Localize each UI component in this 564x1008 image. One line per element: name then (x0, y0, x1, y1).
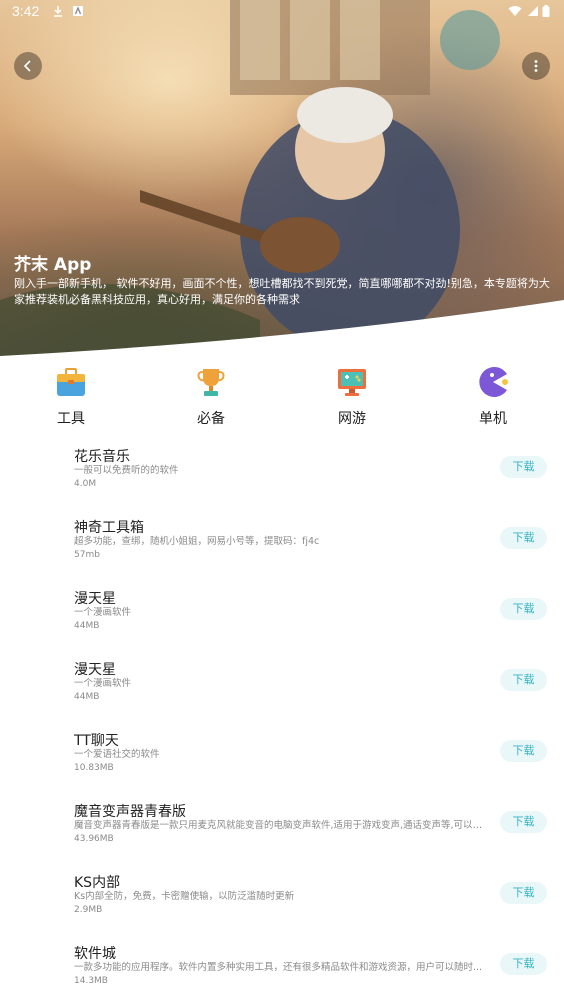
download-button[interactable]: 下载 (500, 882, 547, 904)
category-essentials[interactable]: 必备 (176, 366, 246, 427)
download-icon (54, 6, 62, 17)
category-tools[interactable]: 工具 (36, 366, 106, 427)
more-options-button[interactable] (522, 52, 550, 80)
list-item[interactable]: 漫天星 一个漫画软件 44MB 下载 (0, 582, 564, 653)
hero-banner: 3:42 芥末 App 刚入手一部新手机， 软件不好用，画面不个性，想吐槽都找不… (0, 0, 564, 360)
download-button[interactable]: 下载 (500, 740, 547, 762)
page-title: 芥末 App (14, 255, 92, 275)
app-size: 44MB (74, 621, 100, 631)
app-description: 一款多功能的应用程序。软件内置多种实用工具，还有很多精品软件和游戏资源，用户可以… (74, 962, 483, 973)
category-label: 必备 (197, 411, 225, 427)
status-time: 3:42 (12, 3, 40, 19)
trophy-icon (197, 369, 225, 396)
list-item[interactable]: 魔音变声器青春版 魔音变声器青春版是一款只用麦克风就能变音的电脑变声软件,适用于… (0, 795, 564, 866)
status-bar: 3:42 (0, 0, 564, 24)
category-label: 单机 (479, 411, 507, 427)
category-single-player[interactable]: 单机 (458, 366, 528, 427)
app-description: 一个漫画软件 (74, 607, 132, 618)
wifi-icon (508, 6, 522, 16)
category-bar: 工具 必备 网游 单机 (0, 366, 564, 427)
download-button[interactable]: 下载 (500, 953, 547, 975)
pacman-icon (479, 367, 508, 397)
app-description: 一般可以免费听的的软件 (74, 465, 179, 476)
download-button[interactable]: 下载 (500, 669, 547, 691)
list-item[interactable]: 漫天星 一个漫画软件 44MB 下载 (0, 653, 564, 724)
app-description: 魔音变声器青春版是一款只用麦克风就能变音的电脑变声软件,适用于游戏变声,通话变声… (74, 820, 484, 831)
page-description: 刚入手一部新手机， 软件不好用，画面不个性，想吐槽都找不到死党，简直哪哪都不对劲… (14, 277, 550, 306)
app-size: 43.96MB (74, 834, 114, 844)
chevron-left-icon (23, 60, 31, 72)
list-item[interactable]: TT聊天 一个爱语社交的软件 10.83MB 下载 (0, 724, 564, 795)
download-button[interactable]: 下载 (500, 811, 547, 833)
app-description: 超多功能，查绑，随机小姐姐，网易小号等，提取码：fj4c (74, 536, 320, 547)
download-button[interactable]: 下载 (500, 456, 547, 478)
game-monitor-icon (338, 369, 366, 396)
app-size: 57mb (74, 550, 100, 560)
app-notification-icon (73, 6, 83, 16)
app-size: 4.0M (74, 479, 97, 489)
more-vertical-icon (534, 60, 538, 72)
category-online-games[interactable]: 网游 (317, 366, 387, 427)
category-label: 工具 (57, 411, 85, 427)
app-size: 44MB (74, 692, 100, 702)
signal-icon (528, 6, 538, 16)
app-description: 一个爱语社交的软件 (74, 749, 160, 760)
app-size: 14.3MB (74, 976, 108, 986)
list-item[interactable]: 神奇工具箱 超多功能，查绑，随机小姐姐，网易小号等，提取码：fj4c 57mb … (0, 511, 564, 582)
list-item[interactable]: 软件城 一款多功能的应用程序。软件内置多种实用工具，还有很多精品软件和游戏资源，… (0, 937, 564, 1008)
category-label: 网游 (338, 411, 366, 427)
app-size: 2.9MB (74, 905, 103, 915)
download-button[interactable]: 下载 (500, 598, 547, 620)
app-description: Ks内部全防，免费，卡密赠使输，以防泛滥随时更新 (74, 891, 295, 902)
battery-icon (542, 5, 550, 17)
list-item[interactable]: KS内部 Ks内部全防，免费，卡密赠使输，以防泛滥随时更新 2.9MB 下载 (0, 866, 564, 937)
app-description: 一个漫画软件 (74, 678, 132, 689)
download-button[interactable]: 下载 (500, 527, 547, 549)
list-item[interactable]: 花乐音乐 一般可以免费听的的软件 4.0M 下载 (0, 440, 564, 511)
app-size: 10.83MB (74, 763, 114, 773)
back-button[interactable] (14, 52, 42, 80)
toolbox-icon (57, 368, 85, 396)
